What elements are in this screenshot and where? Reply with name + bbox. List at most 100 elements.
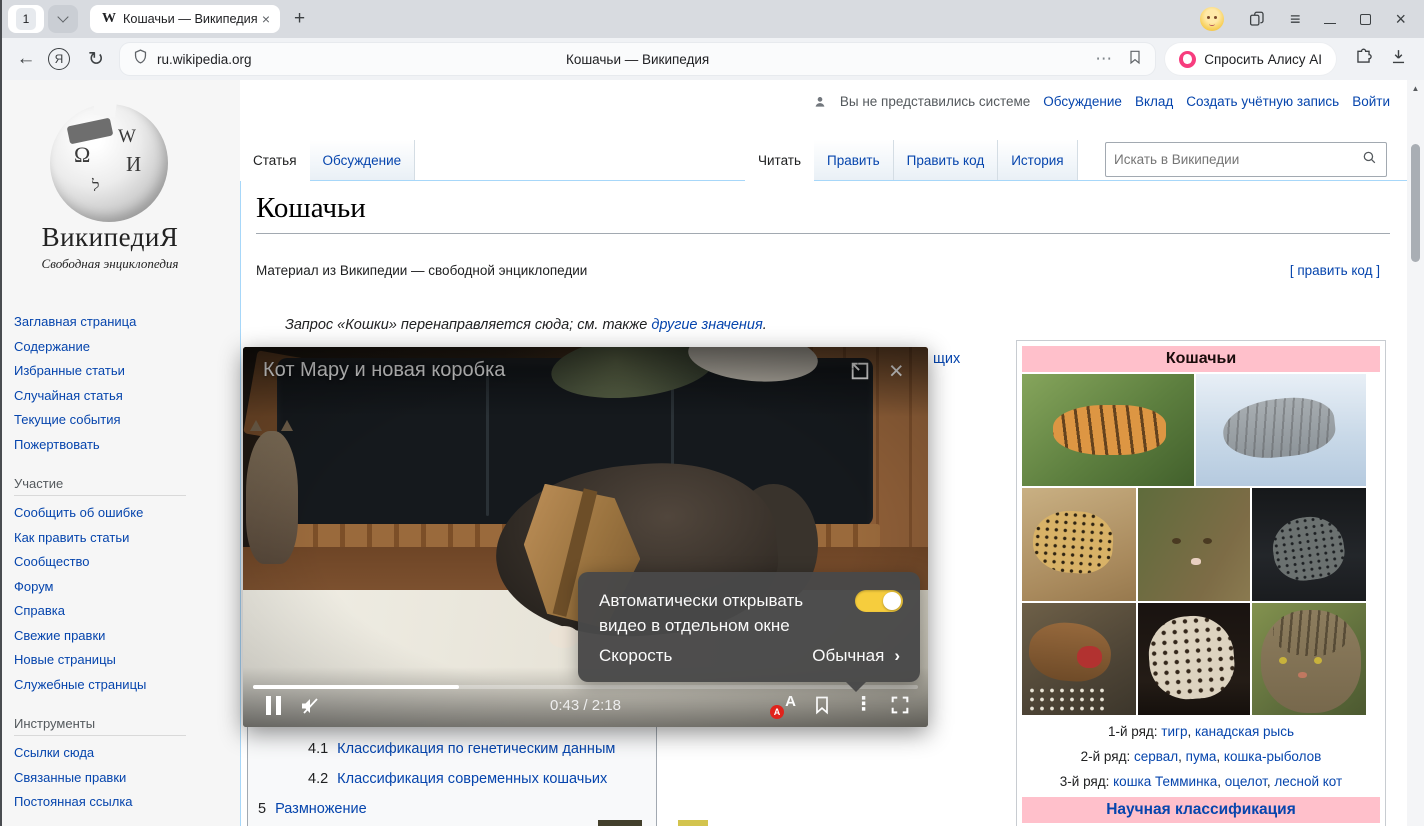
infobox-photo-puma[interactable] <box>1138 488 1250 601</box>
side-panel-icon[interactable] <box>1248 10 1266 28</box>
address-bar[interactable]: ru.wikipedia.org Кошачьи — Википедия ⋯ <box>120 43 1155 75</box>
tab-close-icon[interactable]: × <box>260 11 272 27</box>
tab-counter-button[interactable]: 1 <box>8 5 44 33</box>
scrollbar-thumb[interactable] <box>1411 144 1420 262</box>
article-text-fragment[interactable]: щих <box>933 351 960 367</box>
sidebar-link[interactable]: Форум <box>14 575 240 600</box>
downloads-icon[interactable] <box>1389 47 1408 71</box>
sidebar-link[interactable]: Свежие правки <box>14 624 240 649</box>
sidebar-link[interactable]: Как править статьи <box>14 526 240 551</box>
sidebar-link[interactable]: Текущие события <box>14 408 240 433</box>
caption-species-link[interactable]: сервал <box>1134 749 1178 764</box>
tab-namespace-0: Статья <box>240 140 310 181</box>
tab-view-1[interactable]: Править <box>814 140 894 180</box>
video-player-overlay[interactable]: Кот Мару и новая коробка × 0:43 / 2:18 А… <box>243 347 928 727</box>
sidebar-link[interactable]: Постоянная ссылка <box>14 790 240 815</box>
taxobox-title: Кошачьи <box>1022 346 1380 372</box>
wiki-search[interactable] <box>1105 142 1387 177</box>
scroll-up-icon[interactable]: ▲ <box>1407 84 1424 93</box>
more-actions-icon[interactable]: ⋯ <box>1095 49 1113 69</box>
infobox-captions: 1-й ряд: тигр, канадская рысь2-й ряд: се… <box>1022 719 1380 794</box>
chevron-down-icon <box>57 11 68 22</box>
toc-link[interactable]: Классификация современных кошачьих <box>337 771 607 787</box>
alice-avatar[interactable] <box>1200 7 1224 31</box>
wikipedia-logo[interactable]: Ω W И ל ВикипедиЯ Свободная энциклопедия <box>0 80 240 310</box>
login-status: Вы не представились системе <box>840 94 1030 109</box>
infobox-photo-temminck-cat[interactable] <box>1022 603 1136 715</box>
window-close-button[interactable]: × <box>1395 10 1406 28</box>
new-tab-button[interactable]: + <box>294 8 305 30</box>
caption-species-link[interactable]: кошка Темминка <box>1113 774 1217 789</box>
caption-species-link[interactable]: оцелот <box>1225 774 1267 789</box>
infobox-photo-fishing-cat[interactable] <box>1252 488 1366 601</box>
shield-icon[interactable] <box>132 48 149 70</box>
sidebar-link[interactable]: Новые страницы <box>14 648 240 673</box>
sidebar-link[interactable]: Сообщить об ошибке <box>14 501 240 526</box>
search-input[interactable] <box>1106 152 1361 167</box>
back-button[interactable]: ← <box>14 48 38 70</box>
sidebar-link[interactable]: Заглавная страница <box>14 310 240 335</box>
wikipedia-globe-icon: Ω W И ל <box>50 104 168 222</box>
sidebar-link[interactable]: Служебные страницы <box>14 673 240 698</box>
page-scrollbar[interactable]: ▲ <box>1407 80 1424 826</box>
yandex-icon[interactable]: Я <box>48 48 70 70</box>
speed-value[interactable]: Обычная› <box>812 646 900 666</box>
sidebar-link[interactable]: Сообщество <box>14 550 240 575</box>
hatnote-link[interactable]: другие значения <box>651 317 762 333</box>
tab-list-dropdown-button[interactable] <box>48 5 78 33</box>
edit-source-link[interactable]: [ править код ] <box>1290 263 1380 278</box>
sidebar-link[interactable]: Справка <box>14 599 240 624</box>
translate-icon[interactable]: АА <box>770 693 796 719</box>
sidebar-sections: УчастиеСообщить об ошибкеКак править ста… <box>0 476 240 815</box>
fullscreen-icon[interactable] <box>889 694 911 721</box>
browser-toolbar: ← Я ↻ ru.wikipedia.org Кошачьи — Википед… <box>0 38 1424 80</box>
bookmark-icon[interactable] <box>1127 49 1143 70</box>
ask-alice-button[interactable]: Спросить Алису AI <box>1165 43 1336 75</box>
extensions-puzzle-icon[interactable] <box>1354 47 1373 71</box>
caption-species-link[interactable]: лесной кот <box>1274 774 1342 789</box>
toc-link[interactable]: Размножение <box>275 801 367 817</box>
tab-namespace-1[interactable]: Обсуждение <box>310 140 416 180</box>
sidebar-link[interactable]: Случайная статья <box>14 384 240 409</box>
browser-tab[interactable]: W Кошачьи — Википедия × <box>90 5 280 33</box>
sidebar-link[interactable]: Связанные правки <box>14 766 240 791</box>
personal-link[interactable]: Создать учётную запись <box>1186 94 1339 109</box>
video-progress-track[interactable] <box>253 685 918 689</box>
infobox-caption-row: 3-й ряд: кошка Темминка, оцелот, лесной … <box>1022 769 1380 794</box>
maximize-button[interactable] <box>1360 14 1371 25</box>
caption-species-link[interactable]: тигр <box>1161 724 1187 739</box>
personal-link[interactable]: Вклад <box>1135 94 1173 109</box>
infobox-photo-ocelot[interactable] <box>1138 603 1250 715</box>
wikipedia-favicon: W <box>102 11 116 27</box>
sidebar-link[interactable]: Ссылки сюда <box>14 741 240 766</box>
auto-open-toggle[interactable] <box>855 590 903 612</box>
ask-alice-label: Спросить Алису AI <box>1204 52 1322 67</box>
scientific-classification-link[interactable]: Научная классификация <box>1022 797 1380 823</box>
personal-link[interactable]: Обсуждение <box>1043 94 1122 109</box>
sidebar-link[interactable]: Пожертвовать <box>14 433 240 458</box>
caption-species-link[interactable]: канадская рысь <box>1195 724 1294 739</box>
toc-link[interactable]: Классификация по генетическим данным <box>337 741 615 757</box>
infobox-photo-canada-lynx[interactable] <box>1196 374 1366 486</box>
caption-species-link[interactable]: пума <box>1186 749 1217 764</box>
infobox-photo-tiger[interactable] <box>1022 374 1194 486</box>
video-more-icon[interactable]: ⋮ <box>854 692 873 718</box>
muted-volume-icon[interactable] <box>298 694 322 723</box>
search-icon[interactable] <box>1361 149 1378 171</box>
tab-view-2[interactable]: Править код <box>894 140 999 180</box>
menu-icon[interactable]: ≡ <box>1290 10 1301 28</box>
sidebar-link[interactable]: Содержание <box>14 335 240 360</box>
wiki-sidebar: Ω W И ל ВикипедиЯ Свободная энциклопедия… <box>0 80 240 826</box>
pause-button[interactable] <box>266 696 282 715</box>
personal-link[interactable]: Войти <box>1352 94 1390 109</box>
caption-species-link[interactable]: кошка-рыболов <box>1224 749 1321 764</box>
minimize-button[interactable] <box>1324 15 1336 24</box>
refresh-button[interactable]: ↻ <box>84 48 108 71</box>
sidebar-link[interactable]: Избранные статьи <box>14 359 240 384</box>
video-progress-fill <box>253 685 459 689</box>
tab-view-3[interactable]: История <box>998 140 1077 180</box>
video-bookmark-icon[interactable] <box>812 694 832 721</box>
infobox-photo-serval[interactable] <box>1022 488 1136 601</box>
video-settings-popup: Автоматически открывать видео в отдельно… <box>578 572 920 682</box>
infobox-photo-wildcat[interactable] <box>1252 603 1366 715</box>
